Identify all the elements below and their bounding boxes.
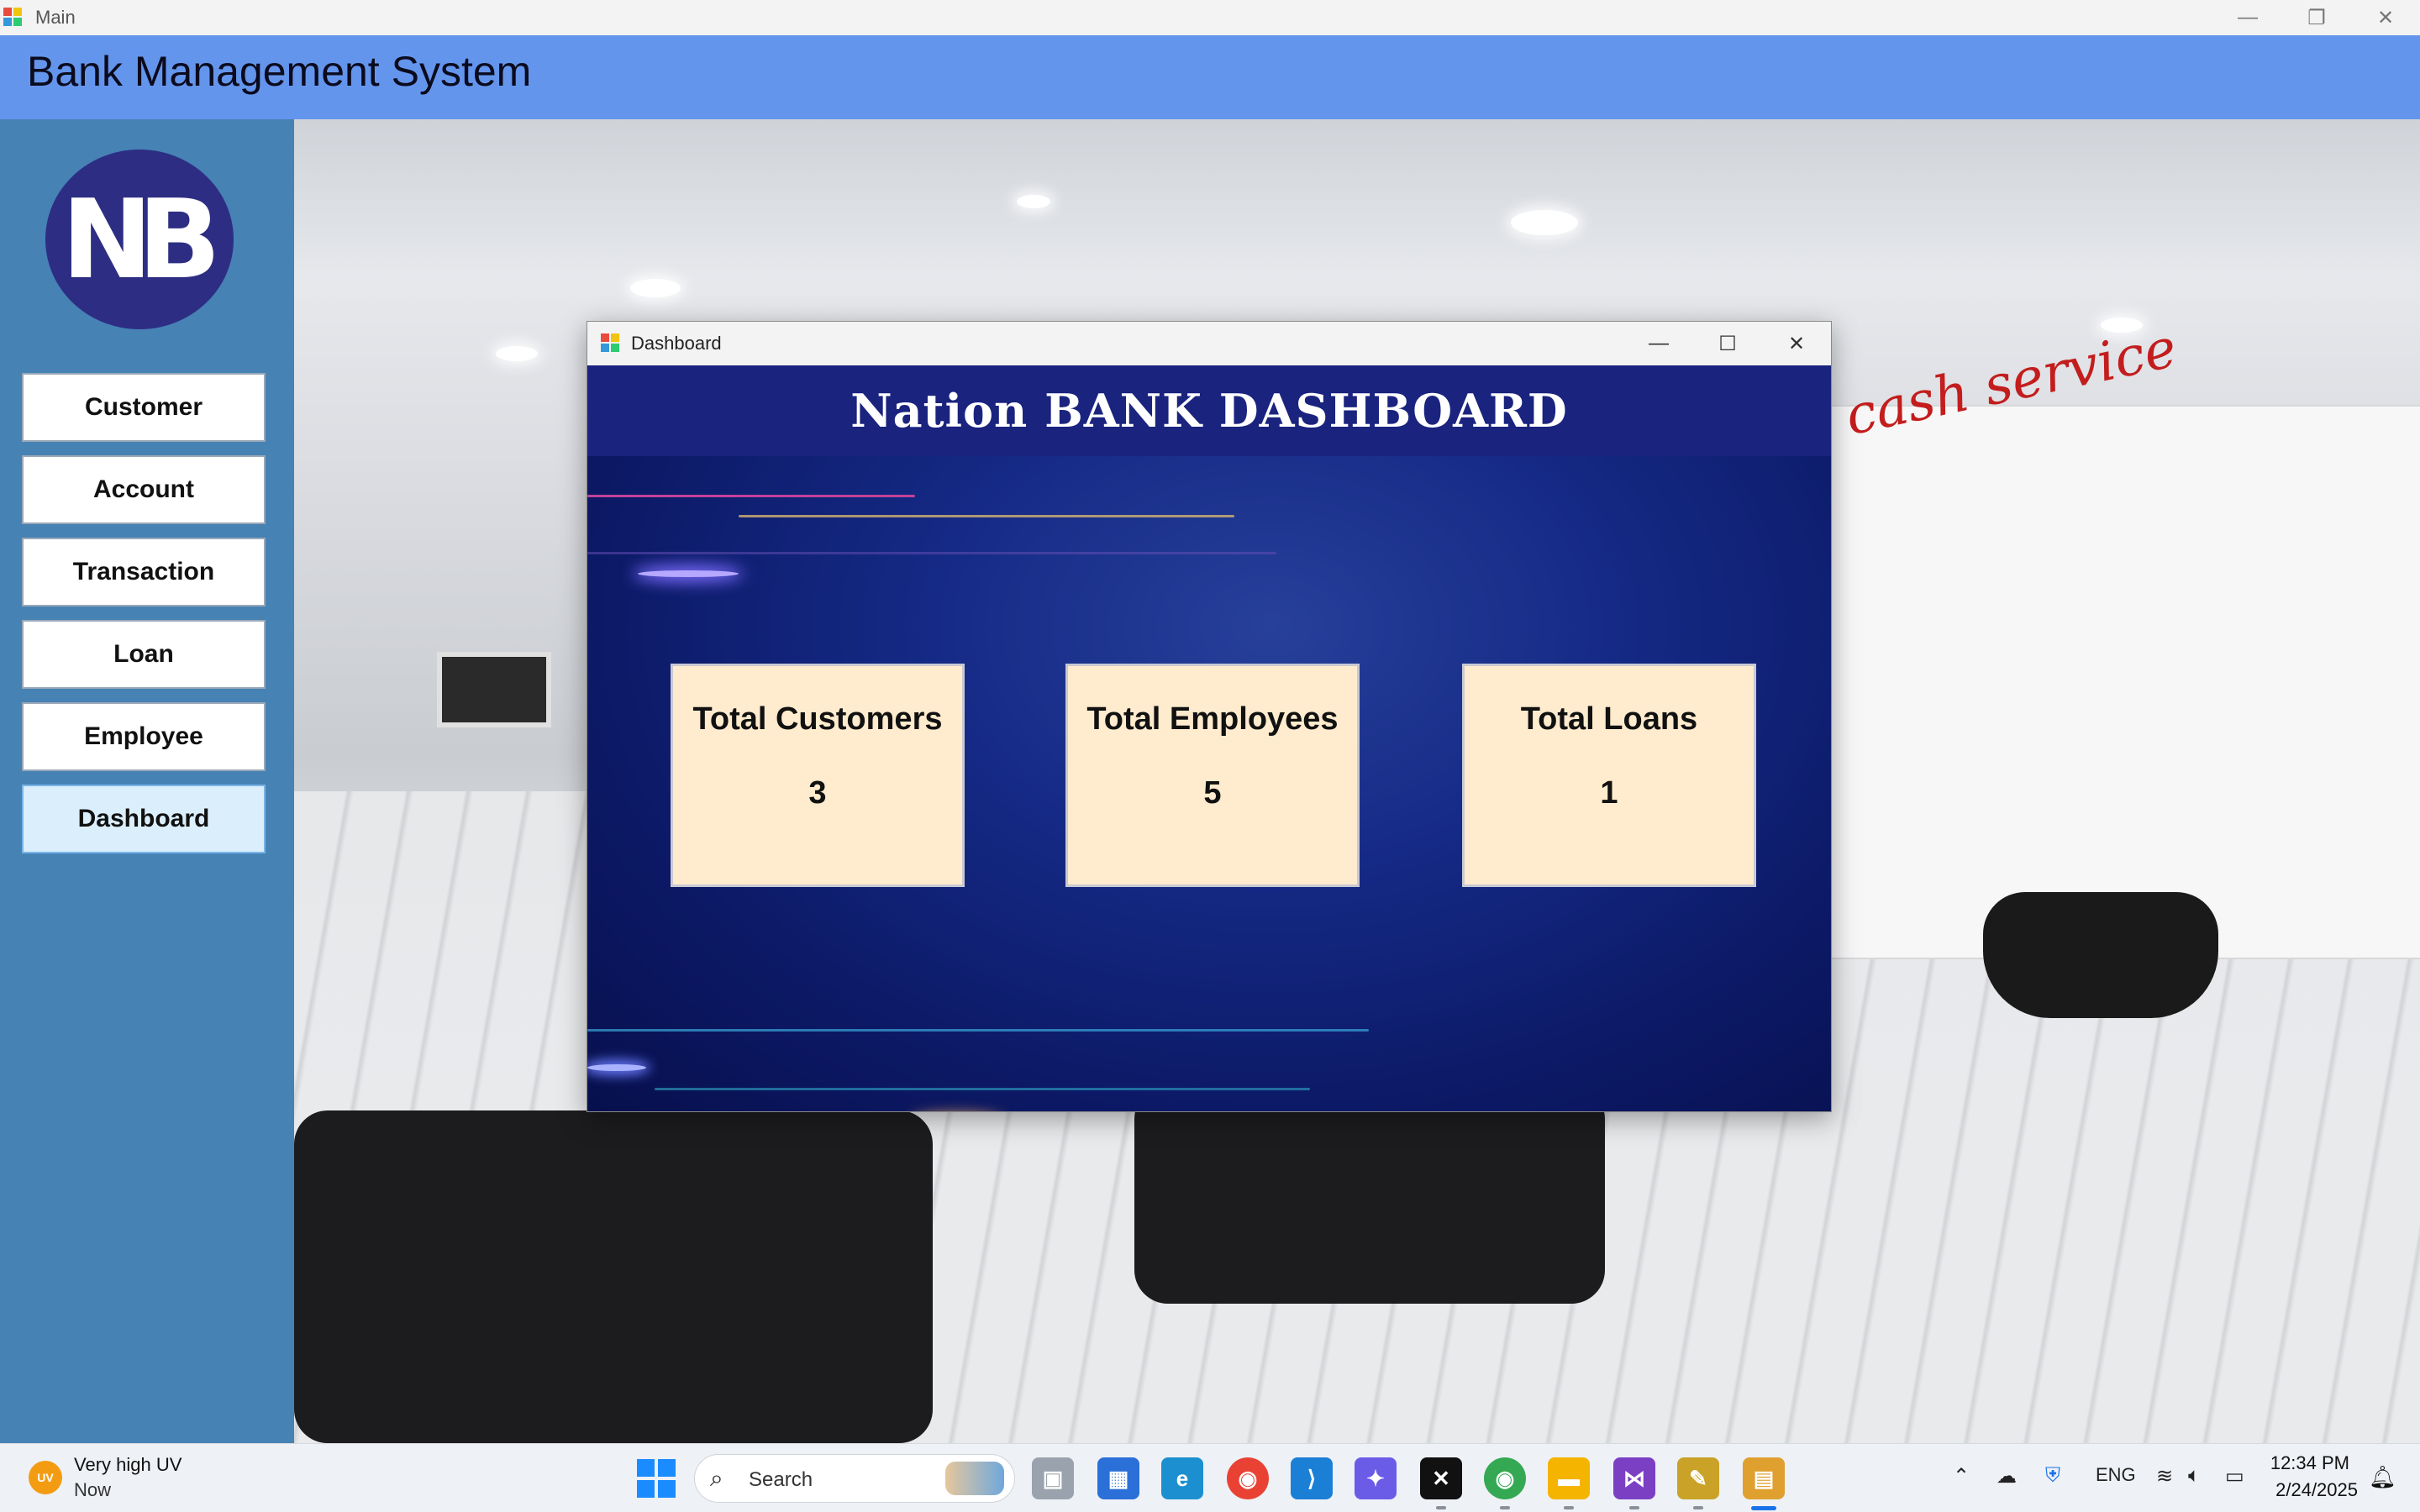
dashboard-window-title: Dashboard	[631, 333, 722, 354]
bank-app-taskbar-icon[interactable]: ▤	[1743, 1457, 1785, 1499]
bank-logo: NB	[45, 150, 234, 329]
chevron-up-icon[interactable]: ⌃	[1953, 1464, 1970, 1488]
dashboard-close-button[interactable]: ✕	[1762, 322, 1831, 365]
weather-subtitle: Now	[74, 1479, 112, 1500]
start-button[interactable]	[637, 1459, 676, 1498]
wall-screen	[437, 652, 551, 727]
total-customers-card: Total Customers 3	[671, 664, 965, 887]
search-icon: ⌕	[710, 1465, 723, 1491]
total-loans-value: 1	[1600, 775, 1618, 811]
bank-logo-text: NB	[61, 176, 221, 303]
search-highlight-icon	[945, 1462, 1004, 1495]
customer-button[interactable]: Customer	[22, 373, 266, 442]
app-header: Bank Management System	[0, 35, 2420, 119]
vscode-icon[interactable]: ⟩	[1291, 1457, 1333, 1499]
copilot-icon[interactable]: ✦	[1355, 1457, 1397, 1499]
service-counter	[1807, 405, 2420, 959]
total-loans-label: Total Loans	[1520, 701, 1698, 737]
dashboard-maximize-button[interactable]: ☐	[1693, 322, 1762, 365]
total-loans-card: Total Loans 1	[1462, 664, 1756, 887]
taskbar: UV Very high UV Now ⌕ Search ▣ ▦ e ◉ ⟩ ✦…	[0, 1443, 2420, 1512]
dashboard-app-icon	[601, 333, 621, 354]
volume-icon[interactable]: 🔈︎	[2188, 1464, 2200, 1488]
sidebar: NB Customer Account Transaction Loan Emp…	[0, 119, 294, 1443]
store-icon[interactable]: ▦	[1097, 1457, 1139, 1499]
notification-bell-icon[interactable]: 🔔︎	[2369, 1464, 2396, 1490]
chrome-profile-icon[interactable]: ◉	[1484, 1457, 1526, 1499]
cloud-icon[interactable]: ☁	[1996, 1464, 2017, 1488]
weather-title[interactable]: Very high UV	[74, 1454, 182, 1476]
app-icon	[3, 8, 24, 28]
main-window-titlebar: Main — ❐ ✕	[0, 0, 2420, 35]
total-employees-label: Total Employees	[1086, 701, 1339, 737]
file-explorer-icon[interactable]: ▬	[1548, 1457, 1590, 1499]
total-customers-value: 3	[808, 775, 827, 811]
total-employees-value: 5	[1203, 775, 1222, 811]
search-label: Search	[749, 1468, 813, 1491]
wifi-icon[interactable]: ≋	[2156, 1464, 2173, 1488]
total-customers-label: Total Customers	[692, 701, 943, 737]
minimize-button[interactable]: —	[2213, 0, 2282, 35]
dashboard-minimize-button[interactable]: —	[1624, 322, 1693, 365]
dev-tool-icon[interactable]: ✎	[1677, 1457, 1719, 1499]
chair	[1983, 892, 2218, 1018]
chrome-icon[interactable]: ◉	[1227, 1457, 1269, 1499]
sofa-right	[1134, 1085, 1605, 1304]
app-title: Bank Management System	[27, 48, 532, 95]
dashboard-header: Nation BANK DASHBOARD	[587, 365, 1831, 456]
task-view-icon[interactable]: ▣	[1032, 1457, 1074, 1499]
battery-icon[interactable]: ▭	[2225, 1464, 2244, 1488]
main-window-title: Main	[35, 7, 76, 28]
clock-date[interactable]: 2/24/2025	[2275, 1479, 2358, 1501]
total-employees-card: Total Employees 5	[1065, 664, 1360, 887]
dashboard-button[interactable]: Dashboard	[22, 785, 266, 853]
edge-icon[interactable]: e	[1161, 1457, 1203, 1499]
close-button[interactable]: ✕	[2351, 0, 2420, 35]
account-button[interactable]: Account	[22, 455, 266, 524]
loan-button[interactable]: Loan	[22, 620, 266, 689]
language-indicator[interactable]: ENG	[2096, 1464, 2136, 1486]
clock-time[interactable]: 12:34 PM	[2270, 1452, 2349, 1474]
restore-button[interactable]: ❐	[2282, 0, 2351, 35]
transaction-button[interactable]: Transaction	[22, 538, 266, 606]
dashboard-header-title: Nation BANK DASHBOARD	[850, 384, 1568, 438]
employee-button[interactable]: Employee	[22, 702, 266, 771]
taskbar-search[interactable]: ⌕ Search	[694, 1454, 1015, 1503]
dashboard-titlebar: Dashboard — ☐ ✕	[587, 322, 1831, 365]
visual-studio-icon[interactable]: ⋈	[1613, 1457, 1655, 1499]
sofa-left	[294, 1110, 933, 1443]
shield-icon[interactable]: ⛨	[2045, 1464, 2060, 1488]
weather-icon[interactable]: UV	[29, 1461, 62, 1494]
capcut-icon[interactable]: ✕	[1420, 1457, 1462, 1499]
